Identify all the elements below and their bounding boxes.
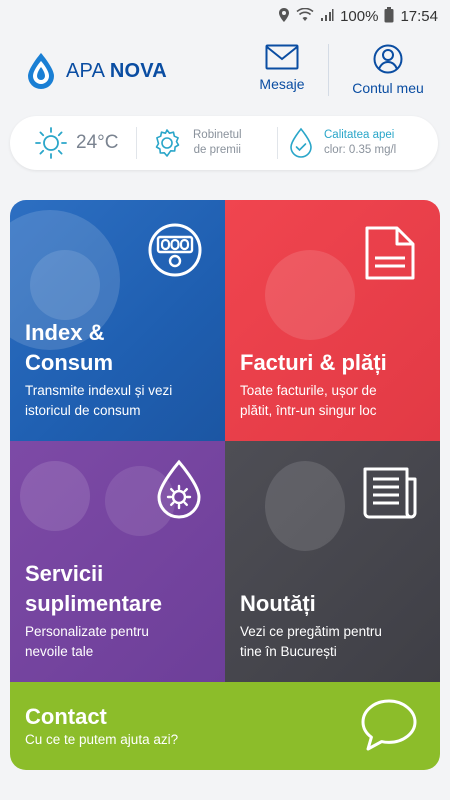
facturi-subtitle-line2: plătit, într-un singur loc xyxy=(240,403,377,418)
tile-noutati[interactable]: Noutăți Vezi ce pregătim pentru tine în … xyxy=(225,441,440,682)
robinet-line2: de premii xyxy=(193,144,241,156)
person-photo-shape xyxy=(265,250,355,340)
water-quality-title: Calitatea apei xyxy=(324,129,395,141)
index-title-line2: Consum xyxy=(25,350,113,375)
sun-icon xyxy=(35,127,67,159)
battery-percent: 100% xyxy=(340,7,379,25)
clock: 17:54 xyxy=(400,7,438,25)
servicii-title-line1: Servicii xyxy=(25,561,104,586)
account-button[interactable]: Contul meu xyxy=(344,44,432,96)
account-label: Contul meu xyxy=(352,80,424,96)
index-subtitle-line2: istoricul de consum xyxy=(25,403,141,418)
logo-text-apa: APA xyxy=(66,59,105,82)
invoice-document-icon xyxy=(363,224,417,287)
servicii-subtitle-line2: nevoile tale xyxy=(25,644,94,659)
facturi-subtitle-line1: Toate facturile, ușor de xyxy=(240,383,377,398)
water-drop-logo-icon xyxy=(28,53,54,89)
signal-icon xyxy=(320,8,334,25)
robinet-premii-widget[interactable]: Robinetul de premii xyxy=(137,116,277,170)
water-quality-widget[interactable]: Calitatea apei clor: 0.35 mg/l xyxy=(278,116,438,170)
wifi-icon xyxy=(296,7,314,25)
servicii-title-line2: suplimentare xyxy=(25,591,162,616)
noutati-subtitle-line1: Vezi ce pregătim pentru xyxy=(240,624,382,639)
temperature-value: 24°C xyxy=(76,132,119,153)
tile-facturi-plati[interactable]: Facturi & plăți Toate facturile, ușor de… xyxy=(225,200,440,441)
contact-title: Contact xyxy=(25,704,107,729)
meter-dial-shape xyxy=(30,250,100,320)
person-photo-shape xyxy=(265,461,345,551)
app-header: APA NOVA Mesaje Contul meu xyxy=(0,36,450,108)
tile-index-consum[interactable]: Index & Consum Transmite indexul și vezi… xyxy=(10,200,225,441)
gauge-photo-shape xyxy=(20,461,90,531)
messages-label: Mesaje xyxy=(259,76,305,92)
water-meter-icon xyxy=(147,222,203,283)
facturi-title: Facturi & plăți xyxy=(240,350,387,375)
tile-contact[interactable]: Contact Cu ce te putem ajuta azi? xyxy=(10,682,440,770)
newspaper-icon xyxy=(361,465,421,524)
water-quality-chlorine: clor: 0.35 mg/l xyxy=(324,144,397,156)
messages-button[interactable]: Mesaje xyxy=(254,44,310,92)
info-bar: 24°C Robinetul de premii Calitatea apei … xyxy=(10,116,438,170)
water-drop-gear-icon xyxy=(154,459,204,524)
location-icon xyxy=(278,7,290,25)
servicii-subtitle-line1: Personalizate pentru xyxy=(25,624,149,639)
envelope-icon xyxy=(265,44,299,70)
tiles-grid: Index & Consum Transmite indexul și vezi… xyxy=(10,200,440,770)
water-check-icon xyxy=(290,127,312,158)
user-icon xyxy=(373,44,403,74)
status-bar: 100% 17:54 xyxy=(0,0,450,32)
header-divider xyxy=(328,44,329,96)
contact-subtitle: Cu ce te putem ajuta azi? xyxy=(25,732,179,747)
index-title-line1: Index & xyxy=(25,320,105,345)
logo-text-nova: NOVA xyxy=(109,59,167,82)
noutati-subtitle-line2: tine în București xyxy=(240,644,337,659)
gear-icon xyxy=(155,129,180,157)
apa-nova-logo: APA NOVA xyxy=(24,52,167,90)
tile-servicii-suplimentare[interactable]: Servicii suplimentare Personalizate pent… xyxy=(10,441,225,682)
robinet-line1: Robinetul xyxy=(193,129,242,141)
chat-bubble-icon xyxy=(360,698,418,757)
index-subtitle-line1: Transmite indexul și vezi xyxy=(25,383,173,398)
weather-widget[interactable]: 24°C xyxy=(10,116,136,170)
battery-icon xyxy=(384,6,394,26)
noutati-title: Noutăți xyxy=(240,591,316,616)
